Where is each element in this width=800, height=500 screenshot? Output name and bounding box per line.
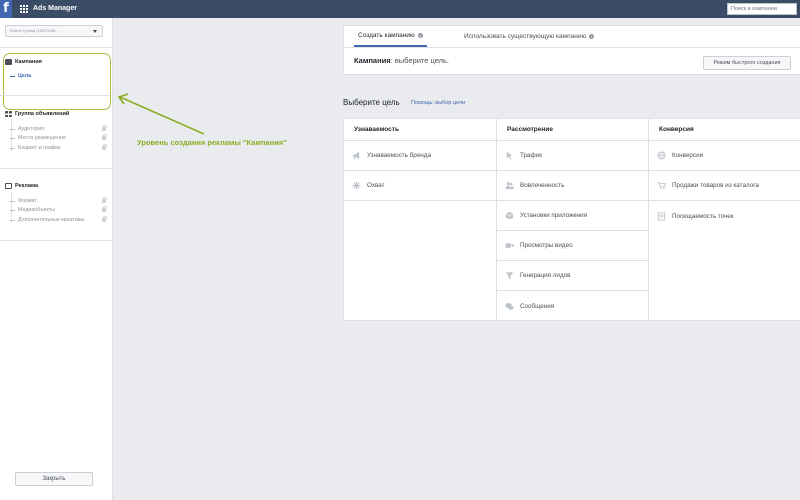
sidebar-item-objective[interactable]: Цель bbox=[10, 73, 106, 79]
sidebar-section-campaign[interactable]: Кампания bbox=[5, 59, 42, 65]
sidebar: Елена Гусева (10070148... Кампания Цель … bbox=[0, 18, 113, 500]
objective-conversions[interactable]: Конверсии bbox=[649, 141, 800, 171]
sidebar-section-label: Реклама bbox=[15, 183, 39, 189]
monitor-icon bbox=[5, 183, 12, 189]
column-header: Узнаваемость bbox=[344, 119, 496, 141]
people-icon bbox=[505, 181, 514, 190]
cart-icon bbox=[657, 181, 666, 190]
lock-icon bbox=[102, 197, 108, 203]
sidebar-item-extra-creatives[interactable]: Дополнительные креативы bbox=[10, 216, 108, 223]
search-input[interactable] bbox=[727, 3, 797, 15]
divider bbox=[0, 240, 113, 241]
campaign-icon bbox=[5, 59, 12, 65]
campaign-label: Кампания bbox=[354, 56, 391, 65]
objective-help-link[interactable]: Помощь: выбор цели bbox=[411, 100, 465, 106]
lock-icon bbox=[102, 125, 108, 131]
snowflake-icon bbox=[352, 181, 361, 190]
objective-title: Выберите цель bbox=[343, 98, 400, 107]
objective-messages[interactable]: Сообщения bbox=[497, 291, 648, 321]
chat-icon bbox=[505, 302, 514, 311]
quick-creation-button[interactable]: Режим быстрого создания bbox=[703, 56, 791, 70]
objective-store-visits[interactable]: Посещаемость точек bbox=[649, 201, 800, 231]
divider bbox=[0, 168, 113, 169]
cursor-icon bbox=[505, 151, 514, 160]
info-icon: i bbox=[417, 33, 423, 38]
sidebar-section-label: Кампания bbox=[15, 59, 42, 65]
sidebar-item-label: Медиаобъекты bbox=[18, 207, 55, 213]
tab-label: Использовать существующую кампанию bbox=[464, 32, 587, 40]
sidebar-item-label: Места размещения bbox=[18, 135, 66, 141]
objective-grid: Узнаваемость Узнаваемость бренда Охват Р… bbox=[343, 118, 800, 321]
objective-traffic[interactable]: Трафик bbox=[497, 141, 648, 171]
account-label: Елена Гусева (10070148... bbox=[10, 28, 59, 33]
account-select[interactable]: Елена Гусева (10070148... bbox=[5, 25, 103, 37]
campaign-objective-line: Кампания: выберите цель. bbox=[354, 56, 449, 65]
lock-icon bbox=[102, 216, 108, 222]
objective-column-awareness: Узнаваемость Узнаваемость бренда Охват bbox=[344, 119, 496, 321]
sidebar-item-audience[interactable]: Аудитория bbox=[10, 125, 108, 132]
objective-brand-awareness[interactable]: Узнаваемость бренда bbox=[344, 141, 496, 171]
globe-icon bbox=[657, 151, 666, 160]
sidebar-section-adset[interactable]: Группа объявлений bbox=[5, 111, 69, 117]
objective-label: Сообщения bbox=[520, 302, 555, 310]
objective-label: Установки приложения bbox=[520, 212, 588, 219]
annotation-label: Уровень создания рекламы "Кампания" bbox=[137, 138, 287, 147]
sidebar-item-media[interactable]: Медиаобъекты bbox=[10, 206, 108, 213]
facebook-logo-icon[interactable]: f bbox=[0, 0, 12, 18]
sidebar-item-label: Формат bbox=[18, 198, 37, 204]
lock-icon bbox=[102, 206, 108, 212]
tab-existing-campaign[interactable]: Использовать существующую кампанию i bbox=[464, 26, 595, 47]
sidebar-item-label: Бюджет и график bbox=[18, 145, 61, 151]
objective-label: Вовлеченность bbox=[520, 182, 565, 189]
divider bbox=[0, 95, 113, 96]
divider bbox=[0, 47, 113, 48]
sidebar-item-format[interactable]: Формат bbox=[10, 197, 108, 204]
sidebar-item-label: Цель bbox=[18, 73, 32, 79]
info-icon: i bbox=[589, 34, 595, 39]
adset-grid-icon bbox=[5, 111, 12, 117]
top-bar: f Ads Manager bbox=[0, 0, 800, 18]
objective-label: Трафик bbox=[520, 152, 542, 159]
objective-app-installs[interactable]: Установки приложения bbox=[497, 201, 648, 231]
tab-create-campaign[interactable]: Создать кампанию i bbox=[354, 26, 427, 47]
sidebar-section-label: Группа объявлений bbox=[15, 111, 70, 117]
sidebar-item-label: Дополнительные креативы bbox=[18, 217, 85, 223]
divider bbox=[344, 47, 800, 48]
sidebar-item-placements[interactable]: Места размещения bbox=[10, 134, 108, 141]
lock-icon bbox=[102, 134, 108, 140]
objective-engagement[interactable]: Вовлеченность bbox=[497, 171, 648, 201]
annotation-arrow-icon bbox=[117, 93, 205, 135]
sidebar-item-label: Аудитория bbox=[18, 126, 45, 132]
objective-column-consideration: Рассмотрение Трафик Вовлеченность Устано… bbox=[496, 119, 648, 321]
objective-label: Охват bbox=[367, 182, 385, 189]
sidebar-item-budget[interactable]: Бюджет и график bbox=[10, 144, 108, 151]
objective-label: Конверсии bbox=[672, 152, 704, 159]
store-icon bbox=[657, 211, 666, 221]
chevron-down-icon bbox=[93, 30, 97, 33]
campaign-tabs-card: Создать кампанию i Использовать существу… bbox=[343, 25, 800, 75]
column-header: Конверсия bbox=[649, 119, 800, 141]
objective-video-views[interactable]: Просмотры видео bbox=[497, 231, 648, 261]
tab-label: Создать кампанию bbox=[358, 31, 415, 39]
objective-label: Посещаемость точек bbox=[672, 212, 734, 220]
objective-label: Продажи товаров из каталога bbox=[672, 182, 759, 189]
video-icon bbox=[505, 241, 514, 250]
objective-catalog-sales[interactable]: Продажи товаров из каталога bbox=[649, 171, 800, 201]
box-icon bbox=[505, 211, 514, 220]
lock-icon bbox=[102, 144, 108, 150]
objective-reach[interactable]: Охват bbox=[344, 171, 496, 201]
objective-label: Генерация лидов bbox=[520, 272, 571, 279]
close-button[interactable]: Закрыть bbox=[15, 472, 93, 486]
column-header: Рассмотрение bbox=[497, 119, 648, 141]
megaphone-icon bbox=[352, 151, 361, 160]
objective-lead-generation[interactable]: Генерация лидов bbox=[497, 261, 648, 291]
app-title[interactable]: Ads Manager bbox=[33, 3, 77, 15]
campaign-hint: : выберите цель. bbox=[390, 56, 450, 65]
objective-column-conversion: Конверсия Конверсии Продажи товаров из к… bbox=[648, 119, 800, 321]
objective-label: Узнаваемость бренда bbox=[367, 152, 431, 159]
objective-label: Просмотры видео bbox=[520, 242, 573, 249]
sidebar-section-ad[interactable]: Реклама bbox=[5, 183, 38, 189]
apps-grid-icon[interactable] bbox=[20, 5, 28, 13]
funnel-icon bbox=[505, 271, 514, 280]
